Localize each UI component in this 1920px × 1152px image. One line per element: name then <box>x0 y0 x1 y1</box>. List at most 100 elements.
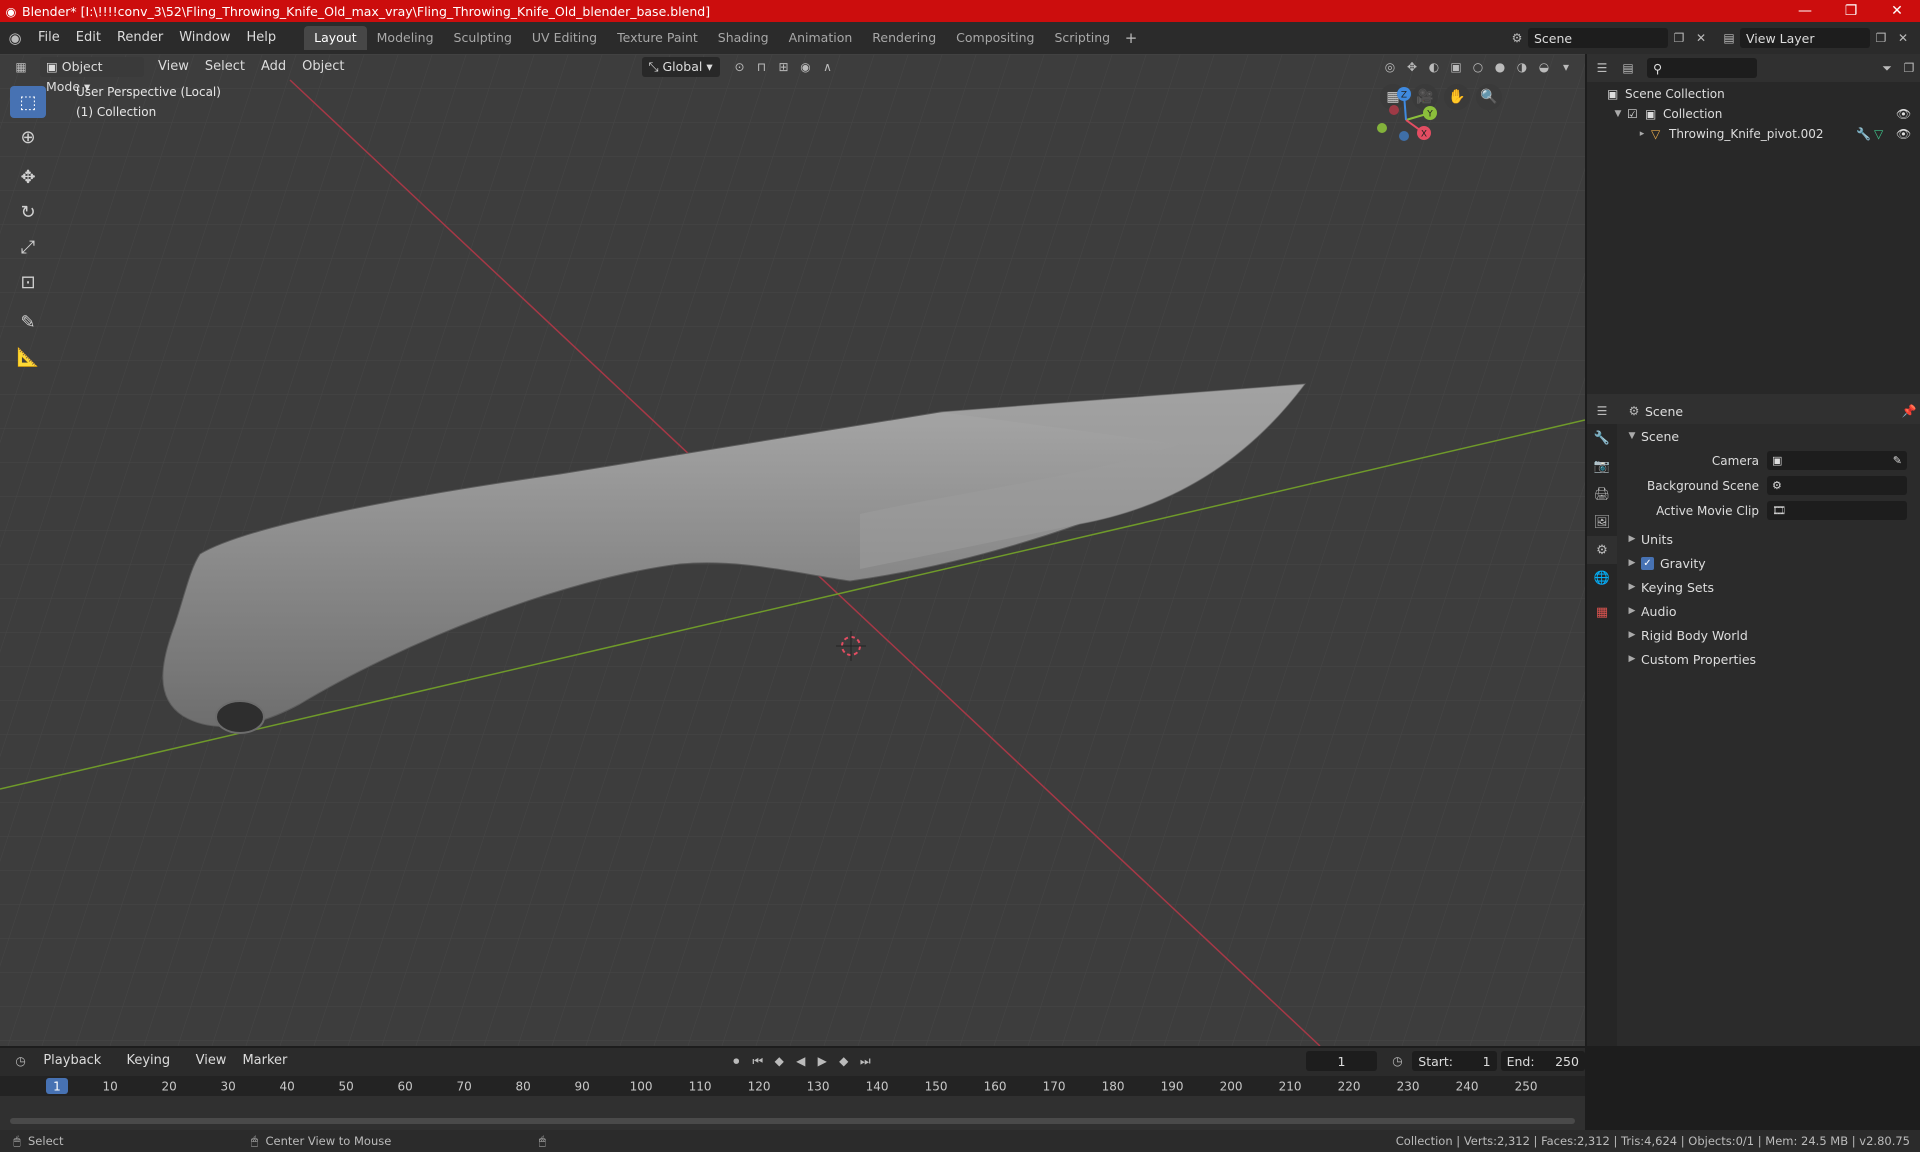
visibility-icon[interactable]: ◎ <box>1379 57 1401 77</box>
tab-modeling[interactable]: Modeling <box>367 26 444 50</box>
panel-custom-properties[interactable]: ▶ Custom Properties <box>1617 647 1920 671</box>
tab-layout[interactable]: Layout <box>304 26 367 50</box>
transform-tool-icon[interactable]: ⊡ <box>10 266 46 298</box>
outliner-row-scene-collection[interactable]: ▣ Scene Collection <box>1587 84 1920 104</box>
timeline-track[interactable] <box>0 1096 1585 1132</box>
delete-scene-icon[interactable]: ✕ <box>1690 28 1712 48</box>
tab-rendering[interactable]: Rendering <box>862 26 946 50</box>
tab-scripting[interactable]: Scripting <box>1045 26 1121 50</box>
rotate-tool-icon[interactable]: ↻ <box>10 196 46 228</box>
shading-options-icon[interactable]: ▾ <box>1555 57 1577 77</box>
collection-checkbox[interactable]: ☑ <box>1627 107 1645 121</box>
output-tab-icon[interactable]: 🖨 <box>1587 480 1617 508</box>
menu-marker[interactable]: Marker <box>234 1050 295 1072</box>
gizmo-neg-x[interactable] <box>1389 105 1399 115</box>
object-visibility-icon[interactable]: 👁 <box>1896 127 1920 141</box>
minimize-button[interactable]: — <box>1782 0 1828 22</box>
proportional-edit-icon[interactable]: ◉ <box>794 57 816 77</box>
tab-texture-paint[interactable]: Texture Paint <box>607 26 708 50</box>
panel-gravity[interactable]: ▶ ✓ Gravity <box>1617 551 1920 575</box>
background-scene-field[interactable]: ⚙ <box>1767 476 1907 495</box>
overlay-toggle-icon[interactable]: ◐ <box>1423 57 1445 77</box>
menu-render[interactable]: Render <box>109 27 171 49</box>
menu-playback[interactable]: Playback ▾ <box>35 1050 118 1090</box>
menu-edit[interactable]: Edit <box>68 27 109 49</box>
menu-keying[interactable]: Keying ▾ <box>118 1050 187 1090</box>
menu-view[interactable]: View <box>150 56 197 78</box>
new-scene-icon[interactable]: ❐ <box>1668 28 1690 48</box>
tool-tab-icon[interactable]: 🔧 <box>1587 424 1617 452</box>
menu-help[interactable]: Help <box>239 27 285 49</box>
eyedropper-icon[interactable]: ✎ <box>1893 454 1902 467</box>
current-frame-field[interactable]: 1 <box>1306 1051 1377 1071</box>
tab-compositing[interactable]: Compositing <box>946 26 1044 50</box>
render-tab-icon[interactable]: 📷 <box>1587 452 1617 480</box>
scene-tab-icon[interactable]: ⚙ <box>1587 536 1617 564</box>
gizmo-toggle-icon[interactable]: ✥ <box>1401 57 1423 77</box>
panel-audio[interactable]: ▶ Audio <box>1617 599 1920 623</box>
play-icon[interactable]: ▶ <box>812 1051 834 1071</box>
measure-tool-icon[interactable]: 📐 <box>10 341 46 373</box>
properties-editor-icon[interactable]: ☰ <box>1587 401 1617 421</box>
rendered-shading-icon[interactable]: ◒ <box>1533 57 1555 77</box>
editor-type-icon[interactable]: ▦ <box>6 57 36 77</box>
prev-keyframe-icon[interactable]: ◆ <box>769 1051 791 1071</box>
maximize-button[interactable]: ❐ <box>1828 0 1874 22</box>
texture-tab-icon[interactable]: ▦ <box>1587 598 1617 626</box>
orientation-dropdown[interactable]: ⤡ Global ▾ <box>642 57 721 77</box>
pivot-icon[interactable]: ⊙ <box>728 57 750 77</box>
next-keyframe-icon[interactable]: ◆ <box>833 1051 855 1071</box>
start-frame-field[interactable]: Start: 1 <box>1412 1051 1497 1071</box>
outliner-row-object[interactable]: ▸ ▽ Throwing_Knife_pivot.002 🔧 ▽ 👁 <box>1587 124 1920 144</box>
outliner-editor-icon[interactable]: ☰ <box>1587 58 1617 78</box>
view-layer-field[interactable]: View Layer <box>1740 28 1870 48</box>
pin-icon[interactable]: 📌 <box>1898 401 1920 421</box>
gizmo-neg-z[interactable] <box>1399 131 1409 141</box>
outliner-search-input[interactable]: ⚲ <box>1647 58 1757 78</box>
falloff-icon[interactable]: ∧ <box>816 57 838 77</box>
collection-visibility-icon[interactable]: 👁 <box>1896 107 1920 121</box>
world-tab-icon[interactable]: 🌐 <box>1587 564 1617 592</box>
blender-menu-icon[interactable]: ◉ <box>0 28 30 48</box>
view-layer-icon[interactable]: ▤ <box>1718 28 1740 48</box>
record-icon[interactable]: ⏺ <box>726 1051 748 1071</box>
active-movie-clip-field[interactable]: 🎞 <box>1767 501 1907 520</box>
jump-start-icon[interactable]: ⏮ <box>747 1051 769 1071</box>
gravity-checkbox[interactable]: ✓ <box>1641 556 1654 570</box>
close-button[interactable]: ✕ <box>1874 0 1920 22</box>
select-box-icon[interactable]: ⬚ <box>10 86 46 118</box>
tab-animation[interactable]: Animation <box>779 26 863 50</box>
scale-tool-icon[interactable]: ⤢ <box>10 231 46 263</box>
move-tool-icon[interactable]: ✥ <box>10 161 46 193</box>
object-mode-dropdown[interactable]: ▣ Object Mode ▾ <box>40 57 144 94</box>
frame-ruler[interactable]: 1 10 20 30 40 50 60 70 80 90 100 110 120 130 140 150 160… <box>0 1076 1585 1096</box>
scene-selector-icon[interactable]: ⚙ <box>1506 28 1528 48</box>
new-view-layer-icon[interactable]: ❐ <box>1870 28 1892 48</box>
panel-rigid-body-world[interactable]: ▶ Rigid Body World <box>1617 623 1920 647</box>
delete-view-layer-icon[interactable]: ✕ <box>1892 28 1914 48</box>
3d-viewport[interactable]: ▦ ▣ Object Mode ▾ View Select Add Object… <box>0 54 1585 1046</box>
menu-add[interactable]: Add <box>253 56 294 78</box>
menu-window[interactable]: Window <box>171 27 238 49</box>
zoom-view-icon[interactable]: 🔍 <box>1476 84 1502 110</box>
annotate-tool-icon[interactable]: ✎ <box>10 306 46 338</box>
jump-end-icon[interactable]: ⏭ <box>855 1051 877 1071</box>
expand-collection-icon[interactable]: ▼ <box>1609 109 1627 119</box>
panel-scene-header[interactable]: ▼ Scene <box>1617 424 1920 448</box>
snap-target-icon[interactable]: ⊞ <box>772 57 794 77</box>
tab-uv-editing[interactable]: UV Editing <box>522 26 607 50</box>
preview-range-icon[interactable]: ◷ <box>1387 1051 1409 1071</box>
menu-object[interactable]: Object <box>294 56 352 78</box>
add-workspace-icon[interactable]: + <box>1120 28 1142 48</box>
snap-icon[interactable]: ⊓ <box>750 57 772 77</box>
xray-icon[interactable]: ▣ <box>1445 57 1467 77</box>
cursor-tool-icon[interactable]: ⊕ <box>10 121 46 153</box>
tab-shading[interactable]: Shading <box>708 26 779 50</box>
menu-timeline-view[interactable]: View <box>188 1050 235 1072</box>
end-frame-field[interactable]: End: 250 <box>1500 1051 1585 1071</box>
display-mode-icon[interactable]: ▤ <box>1617 58 1639 78</box>
scene-field[interactable]: Scene <box>1528 28 1668 48</box>
gizmo-neg-y[interactable] <box>1377 123 1387 133</box>
panel-units[interactable]: ▶ Units <box>1617 527 1920 551</box>
play-reverse-icon[interactable]: ◀ <box>790 1051 812 1071</box>
